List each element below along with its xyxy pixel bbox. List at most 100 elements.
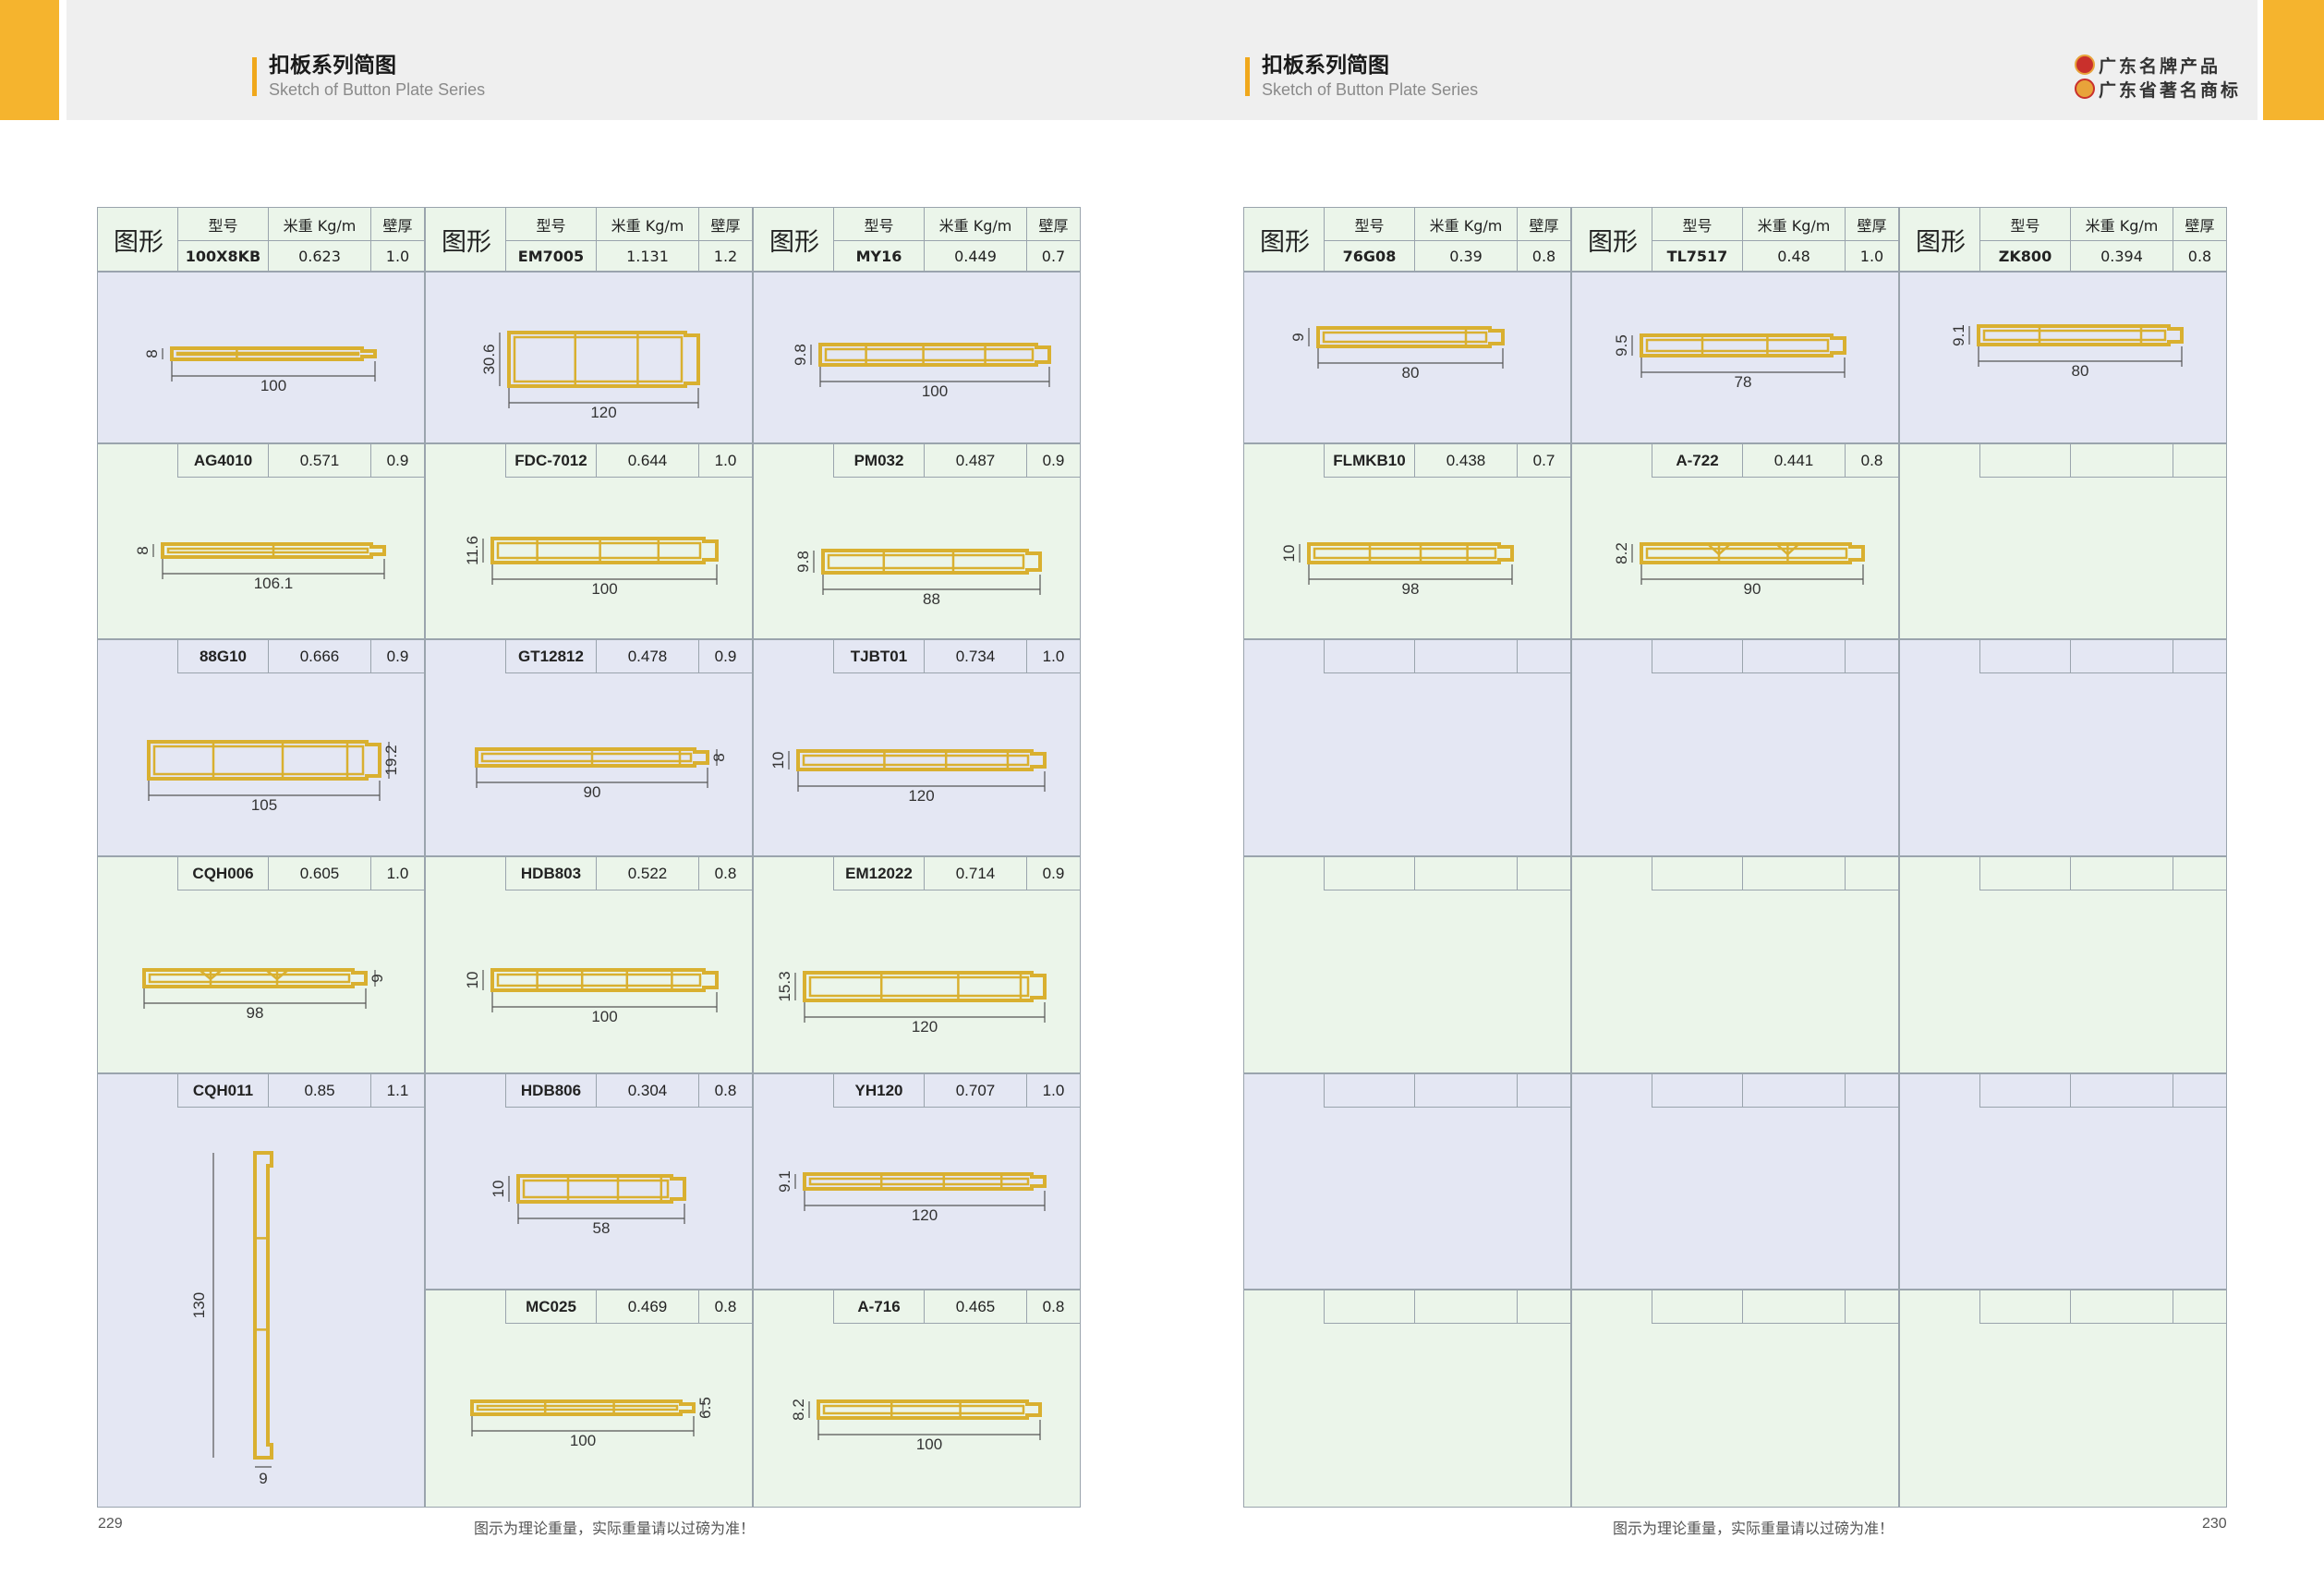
model-value: 76G08 (1324, 240, 1414, 273)
profile-outline (1640, 542, 1865, 564)
spec-box (1979, 857, 2226, 890)
profile-inner (480, 752, 693, 763)
width-dimension-label: 98 (247, 1004, 264, 1022)
model-value: 100X8KB (177, 240, 268, 273)
left-title-marker (252, 57, 257, 96)
width-dimension-label: 120 (912, 1018, 938, 1036)
profile-inner (176, 351, 360, 357)
profile-inner (152, 745, 365, 776)
model-value (1652, 1074, 1742, 1108)
height-dimension-label: 30.6 (480, 344, 498, 374)
table-header: 图形 型号 米重 Kg/m 壁厚 100X8KB 0.623 1.0 (97, 207, 425, 273)
thickness-value (1517, 857, 1570, 890)
thickness-header: 壁厚 (698, 208, 752, 240)
profile-inner (1645, 547, 1848, 560)
height-dimension-label: 6.5 (696, 1397, 714, 1419)
profile-cell: CQH006 0.605 1.0 98 9 (97, 856, 425, 1073)
profile-drawing: 789.5 (1613, 333, 1846, 391)
height-dimension-label: 10 (1280, 545, 1298, 563)
header-grid: 型号 米重 Kg/m 壁厚 EM7005 1.131 1.2 (505, 208, 752, 273)
height-dimension-label: 9.5 (1613, 334, 1630, 357)
thickness-value (2173, 640, 2226, 673)
profile-inner (513, 335, 684, 383)
weight-value (2070, 444, 2173, 478)
spec-box (1652, 857, 1898, 890)
weight-header: 米重 Kg/m (596, 208, 698, 240)
profile-cell (1243, 1073, 1571, 1290)
profile-outline (818, 343, 1051, 367)
profile-outline (507, 331, 700, 388)
profile-cell: HDB806 0.304 0.8 58 10 (425, 1073, 753, 1290)
brand-seal-icon (2075, 55, 2095, 75)
height-dimension-label: 8 (710, 753, 728, 761)
profile-drawing: 105 19.2 (147, 740, 400, 814)
profile-cell (1899, 443, 2227, 639)
model-value (1979, 1290, 2070, 1324)
profile-inner (827, 553, 1025, 570)
thickness-value (1845, 1290, 1898, 1324)
profile-inner (1322, 331, 1488, 344)
profile-cell: HDB803 0.522 0.8 100 10 (425, 856, 753, 1073)
spec-box (1652, 1290, 1898, 1324)
profile-cell: TJBT01 0.734 1.0 120 10 (753, 639, 1081, 856)
weight-value (1742, 640, 1845, 673)
profile-drawing: 100 11.6 (464, 536, 719, 598)
profile-cell: GT12812 0.478 0.9 90 8 (425, 639, 753, 856)
trademark-seal-icon (2075, 79, 2095, 99)
spec-box (1652, 640, 1898, 673)
model-value (1652, 857, 1742, 890)
thickness-value (2173, 1074, 2226, 1108)
model-value (1979, 1074, 2070, 1108)
model-header: 型号 (1979, 208, 2070, 240)
table-header: 图形 型号 米重 Kg/m 壁厚 EM7005 1.131 1.2 (425, 207, 753, 273)
header-grid: 型号 米重 Kg/m 壁厚 ZK800 0.394 0.8 (1979, 208, 2226, 273)
profile-cell (1571, 856, 1899, 1073)
profile-cell: CQH011 0.85 1.1 130 9 (97, 1073, 425, 1508)
left-title-en: Sketch of Button Plate Series (269, 80, 486, 99)
model-value (1652, 1290, 1742, 1324)
header-grid: 型号 米重 Kg/m 壁厚 76G08 0.39 0.8 (1324, 208, 1570, 273)
weight-value (1742, 1290, 1845, 1324)
width-dimension-label: 120 (912, 1206, 938, 1224)
profile-cell: YH120 0.707 1.0 120 9.1 (753, 1073, 1081, 1290)
profile-outline (1977, 324, 2184, 346)
profile-inner (496, 973, 702, 987)
profile-cell (1899, 639, 2227, 856)
model-value: EM7005 (505, 240, 596, 273)
height-dimension-label: 9.1 (776, 1170, 793, 1193)
weight-value (2070, 1290, 2173, 1324)
profile-cell: 100 9.8 (753, 272, 1081, 443)
width-dimension-label: 90 (584, 783, 601, 801)
thickness-value: 1.2 (698, 240, 752, 273)
profile-drawing: 100 6.5 (470, 1397, 714, 1449)
profile-drawing: 90 8 (475, 747, 728, 801)
profile-cell (1243, 1290, 1571, 1508)
thickness-value (1845, 857, 1898, 890)
model-value (1324, 1290, 1414, 1324)
thickness-value: 0.8 (1517, 240, 1570, 273)
profile-drawing: 889.8 (794, 549, 1042, 608)
profile-outline (803, 1172, 1047, 1191)
weight-value (2070, 1074, 2173, 1108)
weight-header: 米重 Kg/m (924, 208, 1026, 240)
model-value (1324, 1074, 1414, 1108)
weight-value: 0.623 (268, 240, 370, 273)
thickness-value (1517, 640, 1570, 673)
model-header: 型号 (177, 208, 268, 240)
spec-box (1979, 640, 2226, 673)
height-dimension-label: 8 (134, 546, 151, 554)
profile-inner (1982, 329, 2167, 342)
profile-cell: 120 30.6 (425, 272, 753, 443)
profile-cell (1571, 1073, 1899, 1290)
weight-value (2070, 857, 2173, 890)
width-dimension-label: 100 (916, 1436, 942, 1453)
height-dimension-label: 19.2 (382, 745, 400, 775)
table-header: 图形 型号 米重 Kg/m 壁厚 TL7517 0.48 1.0 (1571, 207, 1899, 273)
width-dimension-label: 9 (259, 1470, 267, 1487)
header-grid: 型号 米重 Kg/m 壁厚 100X8KB 0.623 1.0 (177, 208, 424, 273)
left-title-cn: 扣板系列简图 (269, 54, 396, 78)
profile-drawing: 120 9.1 (776, 1170, 1047, 1224)
right-accent-bar (2263, 0, 2324, 120)
width-dimension-label: 88 (923, 590, 940, 608)
height-dimension-label: 8 (143, 349, 161, 357)
